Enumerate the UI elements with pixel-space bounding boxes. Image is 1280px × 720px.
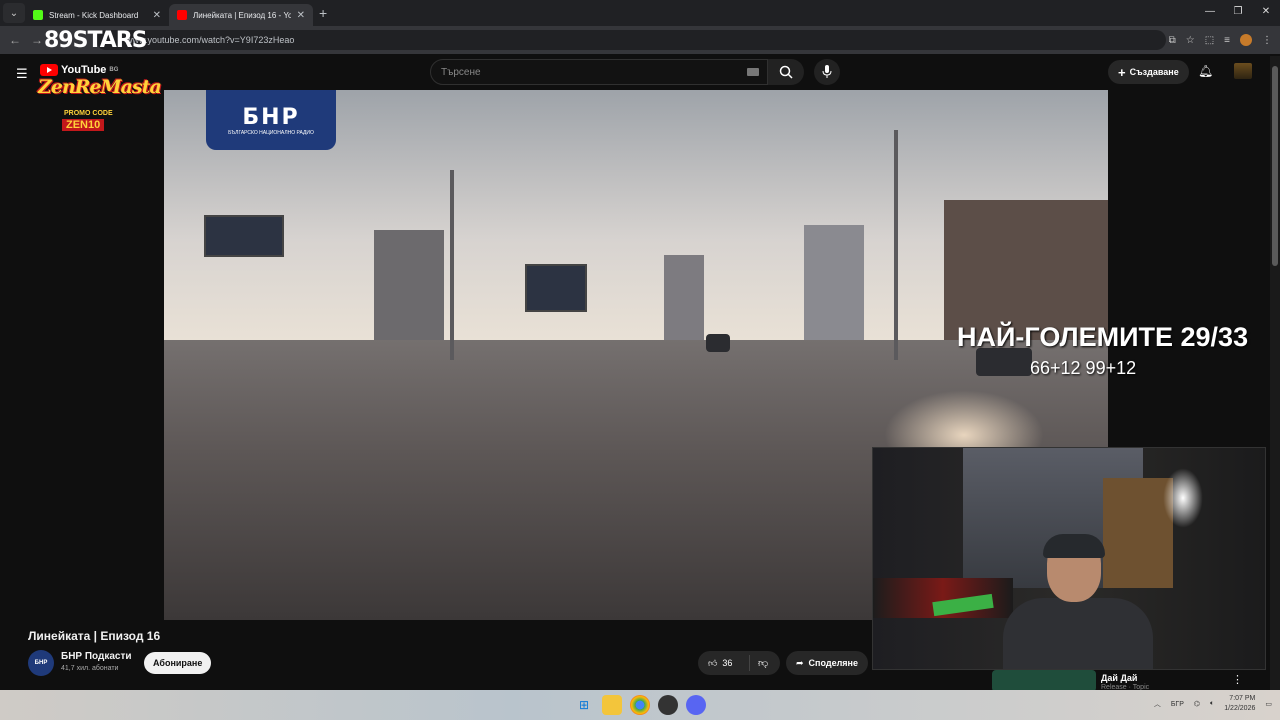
close-window-icon[interactable]: ✕ <box>1252 0 1280 26</box>
video-frame-billboard <box>525 264 587 312</box>
recommended-title[interactable]: Дай Дай <box>1101 673 1137 683</box>
tab-search-icon[interactable]: ⌄ <box>3 3 25 23</box>
bnr-watermark-mark: БНР <box>242 104 300 130</box>
create-label: Създаване <box>1129 67 1179 77</box>
keyboard-icon[interactable] <box>747 68 759 76</box>
media-control-icon[interactable]: ≡ <box>1224 35 1230 46</box>
video-frame-building <box>944 200 1108 340</box>
tab-youtube-video[interactable]: Линейката | Епизод 16 - YouTube ✕ <box>169 4 313 26</box>
streamer-webcam <box>872 447 1266 670</box>
share-icon: ➦ <box>796 657 804 668</box>
video-frame-pole <box>450 170 454 360</box>
youtube-favicon-icon <box>177 10 187 20</box>
video-frame-building <box>664 255 704 340</box>
webcam-light <box>1163 468 1203 528</box>
sponsor-promo-code: ZEN10 <box>62 119 105 131</box>
sponsor-logo-brand: ZenReMasta <box>38 76 162 98</box>
search-icon <box>779 65 793 79</box>
url-text: www.youtube.com/watch?v=Y9I723zHeao <box>126 35 295 45</box>
profile-avatar[interactable] <box>1240 34 1252 46</box>
page-scrollbar[interactable] <box>1270 56 1280 690</box>
like-dislike-group: 👍︎ 36 👎︎ <box>698 651 780 675</box>
dislike-button[interactable]: 👎︎ <box>750 657 768 669</box>
recommended-thumbnail[interactable] <box>992 670 1096 692</box>
streamer-cap <box>1043 534 1105 558</box>
tab-kick-dashboard[interactable]: Stream - Kick Dashboard ✕ <box>25 4 169 26</box>
search-button[interactable] <box>768 59 804 85</box>
bookmark-star-icon[interactable]: ☆ <box>1186 35 1195 46</box>
plus-icon: + <box>1118 64 1126 80</box>
video-frame-car <box>706 334 730 352</box>
discord-icon[interactable] <box>686 695 706 715</box>
volume-icon[interactable]: 🔈︎ <box>1210 700 1214 708</box>
browser-menu-icon[interactable]: ⋮ <box>1262 35 1272 46</box>
browser-toolbar: ⧉ ☆ ⬚ ≡ ⋮ <box>1169 26 1280 54</box>
search-input[interactable]: Търсене <box>430 59 768 85</box>
stream-overlay-headline: НАЙ-ГОЛЕМИТЕ 29/33 <box>957 322 1249 352</box>
thumbs-up-icon: 👍︎ <box>708 657 718 668</box>
share-label: Споделяне <box>808 658 858 668</box>
windows-start-icon[interactable]: ⊞ <box>574 695 594 715</box>
input-language[interactable]: БГР <box>1171 701 1184 708</box>
voice-search-button[interactable] <box>814 59 840 85</box>
video-frame-building <box>374 230 444 340</box>
like-count: 36 <box>722 658 733 668</box>
channel-name[interactable]: БНР Подкасти <box>61 651 132 662</box>
browser-tab-bar: ⌄ Stream - Kick Dashboard ✕ Линейката | … <box>0 0 1280 26</box>
notification-center-icon[interactable]: ▭ <box>1265 700 1272 708</box>
chrome-icon[interactable] <box>630 695 650 715</box>
kick-favicon-icon <box>33 10 43 20</box>
taskbar-apps: ⊞ <box>574 695 706 715</box>
obs-icon[interactable] <box>658 695 678 715</box>
video-frame-pole <box>894 130 898 360</box>
clock[interactable]: 7:07 PM 1/22/2026 <box>1224 694 1255 714</box>
account-avatar[interactable] <box>1234 63 1252 79</box>
address-bar[interactable]: www.youtube.com/watch?v=Y9I723zHeao <box>96 30 1166 50</box>
stream-sponsor-logo: 89STARS ZenReMasta PROMO CODE ZEN10 <box>38 24 162 136</box>
file-explorer-icon[interactable] <box>602 695 622 715</box>
subscribe-button[interactable]: Абониране <box>144 652 212 674</box>
clock-time: 7:07 PM <box>1229 695 1256 702</box>
youtube-header: ☰ YouTube BG Търсене + Създаване 🔔︎ <box>0 54 1280 90</box>
streamer-figure <box>1003 534 1153 669</box>
close-tab-icon[interactable]: ✕ <box>153 10 161 21</box>
hamburger-menu-icon[interactable]: ☰ <box>16 66 28 82</box>
more-options-icon[interactable]: ⋮ <box>1232 673 1243 686</box>
maximize-icon[interactable]: ❐ <box>1224 0 1252 26</box>
channel-avatar[interactable]: БНР <box>28 650 54 676</box>
video-frame-building <box>804 225 864 340</box>
windows-taskbar: ⊞ ︿ БГР ⌬ 🔈︎ 7:07 PM 1/22/2026 ▭ <box>0 690 1280 720</box>
like-button[interactable]: 👍︎ 36 <box>698 655 750 671</box>
video-frame-billboard <box>204 215 284 257</box>
scrollbar-thumb[interactable] <box>1272 66 1278 266</box>
notifications-bell-icon[interactable]: 🔔︎ <box>1198 64 1213 78</box>
bnr-watermark-sub: БЪЛГАРСКО НАЦИОНАЛНО РАДИО <box>228 129 314 136</box>
install-app-icon[interactable]: ⧉ <box>1169 35 1176 46</box>
microphone-icon <box>822 65 832 78</box>
browser-nav-bar: ← → www.youtube.com/watch?v=Y9I723zHeao … <box>0 26 1280 54</box>
channel-subscriber-count: 41,7 хил. абонати <box>61 665 119 672</box>
minimize-icon[interactable]: — <box>1196 0 1224 26</box>
new-tab-icon[interactable]: + <box>319 5 327 21</box>
streamer-body <box>1003 598 1153 669</box>
create-button[interactable]: + Създаване <box>1108 60 1189 84</box>
window-controls: — ❐ ✕ <box>1196 0 1280 26</box>
network-icon[interactable]: ⌬ <box>1194 700 1200 708</box>
sponsor-logo-stars: 89STARS <box>44 28 148 53</box>
video-title: Линейката | Епизод 16 <box>28 629 161 643</box>
share-button[interactable]: ➦ Споделяне <box>786 651 868 675</box>
stream-overlay-subline: 66+12 99+12 <box>1030 358 1137 378</box>
extensions-icon[interactable]: ⬚ <box>1205 35 1214 46</box>
search-placeholder: Търсене <box>441 66 481 78</box>
clock-date: 1/22/2026 <box>1224 705 1256 712</box>
system-tray: ︿ БГР ⌬ 🔈︎ 7:07 PM 1/22/2026 ▭ <box>1154 694 1272 714</box>
tab-title: Stream - Kick Dashboard <box>49 10 139 20</box>
tab-title: Линейката | Епизод 16 - YouTube <box>193 10 291 20</box>
thumbs-down-icon: 👎︎ <box>758 658 769 669</box>
bnr-watermark-logo: БНР БЪЛГАРСКО НАЦИОНАЛНО РАДИО <box>206 90 336 150</box>
tray-overflow-icon[interactable]: ︿ <box>1154 699 1161 709</box>
sponsor-promo-label: PROMO CODE <box>64 110 113 117</box>
close-tab-icon[interactable]: ✕ <box>297 10 305 21</box>
back-icon[interactable]: ← <box>4 33 26 47</box>
